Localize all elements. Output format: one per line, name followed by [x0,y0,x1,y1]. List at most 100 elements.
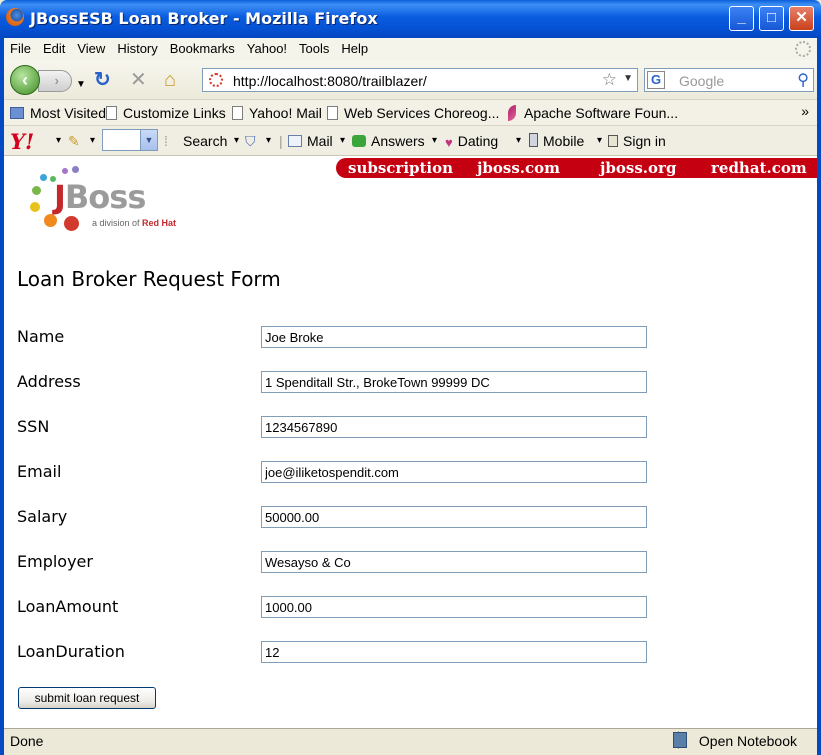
loan-duration-field[interactable] [261,641,647,663]
throbber-icon [795,41,811,57]
status-text: Done [10,733,44,749]
answers-label: Answers [371,133,425,149]
page-icon [106,106,117,120]
menu-edit[interactable]: Edit [37,41,71,56]
bookmarks-toolbar: Most Visited Customize Links Yahoo! Mail… [4,100,817,126]
bookmarks-overflow-icon[interactable]: » [801,103,809,119]
menu-file[interactable]: File [4,41,37,56]
bookmark-apache[interactable]: Apache Software Foun... [508,105,678,121]
url-bar[interactable]: http://localhost:8080/trailblazer/ ☆ ▼ [202,68,638,92]
link-jboss-org[interactable]: jboss.org [600,159,676,177]
logo-dot [64,216,79,231]
link-jboss-com[interactable]: jboss.com [477,159,560,177]
google-engine-icon[interactable]: G [647,71,665,89]
yahoo-mail-button[interactable]: Mail [288,133,333,149]
link-subscription[interactable]: subscription [348,159,453,177]
page-icon [327,106,338,120]
toolbar-grip-icon: ⁞ [164,133,168,149]
name-field[interactable] [261,326,647,348]
email-field[interactable] [261,461,647,483]
label-name: Name [17,327,65,346]
navigation-toolbar: › ‹ ▼ ↻ ✕ ⌂ http://localhost:8080/trailb… [4,60,817,100]
bookmark-star-icon[interactable]: ☆ [602,70,617,90]
mobile-dropdown-icon[interactable]: ▾ [597,135,602,146]
loan-amount-field[interactable] [261,596,647,618]
bookmark-web-services[interactable]: Web Services Choreog... [327,105,499,121]
label-email: Email [17,462,62,481]
shield-dropdown-icon[interactable]: ▾ [266,135,271,146]
yahoo-search-combo[interactable]: ▼ [102,129,158,151]
label-address: Address [17,372,81,391]
yahoo-dating-button[interactable]: ♥ Dating [445,133,499,150]
window-titlebar[interactable]: JBossESB Loan Broker - Mozilla Firefox _… [0,0,821,38]
jboss-wordmark: JBoss [54,178,146,216]
open-notebook-button[interactable]: Open Notebook [699,733,797,749]
forward-button[interactable]: › [38,70,72,92]
toolbar-separator: | [279,133,283,149]
pencil-icon[interactable]: ✎ [68,133,80,150]
logo-dot [40,174,47,181]
yahoo-search-button[interactable]: Search [183,133,227,149]
url-text: http://localhost:8080/trailblazer/ [233,73,427,89]
close-button[interactable]: ✕ [789,6,814,31]
page-icon [232,106,243,120]
bookmark-label: Yahoo! Mail [249,105,322,121]
shield-icon[interactable]: ⛉ [245,133,256,150]
folder-icon [10,107,24,119]
header-links-bar: subscription jboss.com jboss.org redhat.… [336,158,817,178]
yahoo-mobile-button[interactable]: Mobile [529,133,584,149]
mail-icon [288,135,302,147]
salary-field[interactable] [261,506,647,528]
yahoo-logo-icon[interactable]: Y! [10,129,34,154]
yahoo-answers-button[interactable]: Answers [352,133,425,149]
tagline-company: Red Hat [142,218,177,228]
yahoo-sign-in-button[interactable]: Sign in [608,133,666,149]
mail-label: Mail [307,133,333,149]
home-icon[interactable]: ⌂ [164,69,176,91]
answers-dropdown-icon[interactable]: ▾ [432,135,437,146]
page-content: subscription jboss.com jboss.org redhat.… [4,156,817,728]
wordmark-boss: Boss [64,178,146,216]
bookmark-customize-links[interactable]: Customize Links [106,105,226,121]
search-input[interactable]: G Google ⚲ [644,68,814,92]
window-border-right [817,38,821,755]
jboss-logo[interactable]: JBoss a division of Red Hat [26,164,186,234]
address-field[interactable] [261,371,647,393]
answers-icon [352,135,366,147]
submit-loan-request-button[interactable]: submit loan request [18,687,156,709]
history-dropdown-icon[interactable]: ▼ [76,74,86,96]
link-redhat-com[interactable]: redhat.com [711,159,807,177]
wordmark-j: J [54,178,66,216]
menu-yahoo[interactable]: Yahoo! [241,41,293,56]
sign-in-label: Sign in [623,133,666,149]
page-favicon-icon [209,73,223,87]
page-title: Loan Broker Request Form [17,267,281,291]
menu-history[interactable]: History [111,41,163,56]
search-placeholder: Google [679,73,725,89]
logo-dot [32,186,41,195]
bookmark-most-visited[interactable]: Most Visited [10,105,106,121]
menu-tools[interactable]: Tools [293,41,335,56]
maximize-button[interactable]: □ [759,6,784,31]
dating-label: Dating [457,133,499,149]
url-dropdown-icon[interactable]: ▼ [623,73,633,84]
menu-view[interactable]: View [71,41,111,56]
search-icon[interactable]: ⚲ [797,70,809,90]
yahoo-menu-dropdown-icon[interactable]: ▾ [56,135,61,146]
reload-icon[interactable]: ↻ [94,69,111,91]
logo-tagline: a division of Red Hat [92,218,176,228]
ssn-field[interactable] [261,416,647,438]
pencil-dropdown-icon[interactable]: ▾ [90,135,95,146]
label-salary: Salary [17,507,68,526]
menu-help[interactable]: Help [335,41,374,56]
minimize-button[interactable]: _ [729,6,754,31]
combo-dropdown-icon[interactable]: ▼ [140,130,157,150]
stop-icon[interactable]: ✕ [130,69,147,91]
search-dropdown-icon[interactable]: ▾ [234,135,239,146]
employer-field[interactable] [261,551,647,573]
menu-bookmarks[interactable]: Bookmarks [164,41,241,56]
back-button[interactable]: ‹ [10,65,40,95]
dating-dropdown-icon[interactable]: ▾ [516,135,521,146]
bookmark-yahoo-mail[interactable]: Yahoo! Mail [232,105,322,121]
mail-dropdown-icon[interactable]: ▾ [340,135,345,146]
